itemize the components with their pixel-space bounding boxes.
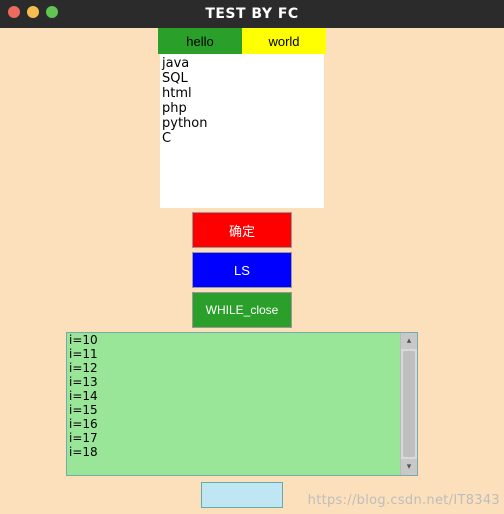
app-window: TEST BY FC hello world 确定 LS WHILE_close… bbox=[0, 0, 504, 514]
output-scrollpane: ▴ ▾ bbox=[66, 332, 418, 476]
window-title: TEST BY FC bbox=[205, 6, 298, 22]
tab-hello[interactable]: hello bbox=[158, 28, 242, 54]
maximize-icon[interactable] bbox=[46, 6, 58, 18]
tab-bar: hello world bbox=[158, 28, 326, 54]
scroll-down-icon[interactable]: ▾ bbox=[401, 459, 417, 475]
output-textarea[interactable] bbox=[67, 333, 400, 475]
tab-world[interactable]: world bbox=[242, 28, 326, 54]
titlebar: TEST BY FC bbox=[0, 0, 504, 28]
content-area: hello world 确定 LS WHILE_close ▴ ▾ bbox=[0, 28, 484, 508]
bottom-textfield[interactable] bbox=[201, 482, 283, 508]
button-column: 确定 LS WHILE_close bbox=[192, 212, 292, 332]
ls-button[interactable]: LS bbox=[192, 252, 292, 288]
ok-button[interactable]: 确定 bbox=[192, 212, 292, 248]
vertical-scrollbar[interactable]: ▴ ▾ bbox=[400, 333, 417, 475]
close-icon[interactable] bbox=[8, 6, 20, 18]
scrollbar-thumb[interactable] bbox=[403, 351, 415, 457]
language-list-textarea[interactable] bbox=[160, 54, 324, 208]
minimize-icon[interactable] bbox=[27, 6, 39, 18]
while-close-button[interactable]: WHILE_close bbox=[192, 292, 292, 328]
window-controls bbox=[8, 6, 58, 18]
scroll-up-icon[interactable]: ▴ bbox=[401, 333, 417, 349]
